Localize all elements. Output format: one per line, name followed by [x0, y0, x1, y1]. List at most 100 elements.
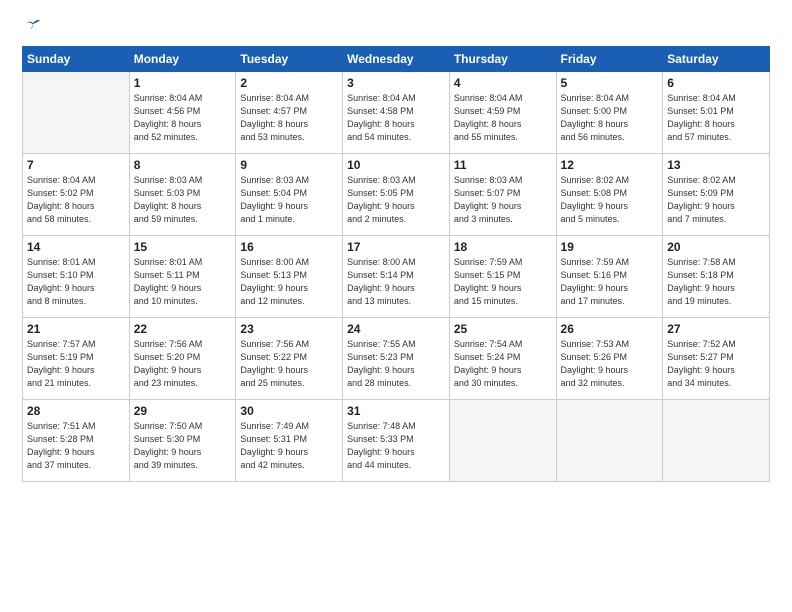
day-number: 29 [134, 404, 232, 418]
week-row-5: 28 Sunrise: 7:51 AMSunset: 5:28 PMDayligh… [23, 400, 770, 482]
week-row-1: 1 Sunrise: 8:04 AMSunset: 4:56 PMDaylight… [23, 72, 770, 154]
calendar-cell: 24Sunrise: 7:55 AMSunset: 5:23 PMDayligh… [343, 318, 450, 400]
calendar-cell [449, 400, 556, 482]
calendar-cell: 20Sunrise: 7:58 AMSunset: 5:18 PMDayligh… [663, 236, 770, 318]
calendar-cell [556, 400, 663, 482]
day-number: 19 [561, 240, 659, 254]
header [22, 18, 770, 36]
week-row-2: 7 Sunrise: 8:04 AMSunset: 5:02 PMDaylight… [23, 154, 770, 236]
calendar-cell: 13 Sunrise: 8:02 AMSunset: 5:09 PMDayligh… [663, 154, 770, 236]
day-number: 7 [27, 158, 125, 172]
day-number: 24 [347, 322, 445, 336]
calendar-cell: 12 Sunrise: 8:02 AMSunset: 5:08 PMDayligh… [556, 154, 663, 236]
calendar-cell: 2Sunrise: 8:04 AMSunset: 4:57 PMDaylight… [236, 72, 343, 154]
weekday-header-sunday: Sunday [23, 47, 130, 72]
day-number: 27 [667, 322, 765, 336]
week-row-3: 14 Sunrise: 8:01 AMSunset: 5:10 PMDayligh… [23, 236, 770, 318]
calendar-cell: 9 Sunrise: 8:03 AMSunset: 5:04 PMDaylight… [236, 154, 343, 236]
day-number: 1 [134, 76, 232, 90]
calendar-cell [663, 400, 770, 482]
day-number: 4 [454, 76, 552, 90]
calendar-cell: 30 Sunrise: 7:49 AMSunset: 5:31 PMDayligh… [236, 400, 343, 482]
calendar-cell: 23Sunrise: 7:56 AMSunset: 5:22 PMDayligh… [236, 318, 343, 400]
day-info: Sunrise: 8:03 AMSunset: 5:07 PMDaylight:… [454, 174, 552, 226]
weekday-header-row: SundayMondayTuesdayWednesdayThursdayFrid… [23, 47, 770, 72]
day-info: Sunrise: 8:04 AMSunset: 5:02 PMDaylight:… [27, 174, 125, 226]
calendar-cell: 19 Sunrise: 7:59 AMSunset: 5:16 PMDayligh… [556, 236, 663, 318]
day-number: 8 [134, 158, 232, 172]
day-number: 21 [27, 322, 125, 336]
calendar-cell: 16 Sunrise: 8:00 AMSunset: 5:13 PMDayligh… [236, 236, 343, 318]
day-number: 14 [27, 240, 125, 254]
day-number: 30 [240, 404, 338, 418]
day-info: Sunrise: 7:50 AMSunset: 5:30 PMDaylight:… [134, 420, 232, 472]
logo-bird-icon [24, 18, 42, 36]
day-info: Sunrise: 8:02 AMSunset: 5:08 PMDaylight:… [561, 174, 659, 226]
day-info: Sunrise: 8:01 AMSunset: 5:10 PMDaylight:… [27, 256, 125, 308]
day-info: Sunrise: 8:04 AMSunset: 4:58 PMDaylight:… [347, 92, 445, 144]
logo [22, 18, 42, 36]
calendar-cell: 11 Sunrise: 8:03 AMSunset: 5:07 PMDayligh… [449, 154, 556, 236]
day-number: 10 [347, 158, 445, 172]
weekday-header-friday: Friday [556, 47, 663, 72]
day-number: 31 [347, 404, 445, 418]
day-number: 11 [454, 158, 552, 172]
day-number: 17 [347, 240, 445, 254]
day-number: 13 [667, 158, 765, 172]
day-number: 16 [240, 240, 338, 254]
calendar-cell: 21 Sunrise: 7:57 AMSunset: 5:19 PMDayligh… [23, 318, 130, 400]
calendar-cell: 8Sunrise: 8:03 AMSunset: 5:03 PMDaylight… [129, 154, 236, 236]
day-info: Sunrise: 7:49 AMSunset: 5:31 PMDaylight:… [240, 420, 338, 472]
weekday-header-monday: Monday [129, 47, 236, 72]
day-number: 22 [134, 322, 232, 336]
calendar-cell: 22 Sunrise: 7:56 AMSunset: 5:20 PMDayligh… [129, 318, 236, 400]
day-number: 25 [454, 322, 552, 336]
calendar-cell: 18 Sunrise: 7:59 AMSunset: 5:15 PMDayligh… [449, 236, 556, 318]
day-number: 6 [667, 76, 765, 90]
day-info: Sunrise: 8:04 AMSunset: 5:00 PMDaylight:… [561, 92, 659, 144]
day-info: Sunrise: 8:02 AMSunset: 5:09 PMDaylight:… [667, 174, 765, 226]
week-row-4: 21 Sunrise: 7:57 AMSunset: 5:19 PMDayligh… [23, 318, 770, 400]
weekday-header-saturday: Saturday [663, 47, 770, 72]
day-info: Sunrise: 7:52 AMSunset: 5:27 PMDaylight:… [667, 338, 765, 390]
day-info: Sunrise: 7:56 AMSunset: 5:20 PMDaylight:… [134, 338, 232, 390]
day-info: Sunrise: 7:51 AMSunset: 5:28 PMDaylight:… [27, 420, 125, 472]
day-info: Sunrise: 7:59 AMSunset: 5:16 PMDaylight:… [561, 256, 659, 308]
day-info: Sunrise: 8:04 AMSunset: 4:56 PMDaylight:… [134, 92, 232, 144]
calendar-cell: 6Sunrise: 8:04 AMSunset: 5:01 PMDaylight… [663, 72, 770, 154]
day-info: Sunrise: 8:00 AMSunset: 5:14 PMDaylight:… [347, 256, 445, 308]
calendar-cell: 3Sunrise: 8:04 AMSunset: 4:58 PMDaylight… [343, 72, 450, 154]
day-info: Sunrise: 7:57 AMSunset: 5:19 PMDaylight:… [27, 338, 125, 390]
day-info: Sunrise: 7:48 AMSunset: 5:33 PMDaylight:… [347, 420, 445, 472]
calendar-cell: 10 Sunrise: 8:03 AMSunset: 5:05 PMDayligh… [343, 154, 450, 236]
day-number: 26 [561, 322, 659, 336]
page: SundayMondayTuesdayWednesdayThursdayFrid… [0, 0, 792, 612]
calendar-cell: 5 Sunrise: 8:04 AMSunset: 5:00 PMDaylight… [556, 72, 663, 154]
calendar-cell: 15 Sunrise: 8:01 AMSunset: 5:11 PMDayligh… [129, 236, 236, 318]
day-number: 2 [240, 76, 338, 90]
weekday-header-wednesday: Wednesday [343, 47, 450, 72]
calendar-cell [23, 72, 130, 154]
calendar-cell: 27 Sunrise: 7:52 AMSunset: 5:27 PMDayligh… [663, 318, 770, 400]
day-info: Sunrise: 8:03 AMSunset: 5:04 PMDaylight:… [240, 174, 338, 226]
calendar-cell: 1 Sunrise: 8:04 AMSunset: 4:56 PMDaylight… [129, 72, 236, 154]
day-number: 28 [27, 404, 125, 418]
day-number: 9 [240, 158, 338, 172]
day-info: Sunrise: 7:53 AMSunset: 5:26 PMDaylight:… [561, 338, 659, 390]
calendar-cell: 17 Sunrise: 8:00 AMSunset: 5:14 PMDayligh… [343, 236, 450, 318]
day-info: Sunrise: 8:03 AMSunset: 5:05 PMDaylight:… [347, 174, 445, 226]
day-number: 18 [454, 240, 552, 254]
day-number: 12 [561, 158, 659, 172]
weekday-header-thursday: Thursday [449, 47, 556, 72]
day-info: Sunrise: 7:58 AMSunset: 5:18 PMDaylight:… [667, 256, 765, 308]
day-info: Sunrise: 8:00 AMSunset: 5:13 PMDaylight:… [240, 256, 338, 308]
day-info: Sunrise: 7:54 AMSunset: 5:24 PMDaylight:… [454, 338, 552, 390]
calendar-cell: 26 Sunrise: 7:53 AMSunset: 5:26 PMDayligh… [556, 318, 663, 400]
day-number: 5 [561, 76, 659, 90]
day-info: Sunrise: 7:59 AMSunset: 5:15 PMDaylight:… [454, 256, 552, 308]
day-number: 23 [240, 322, 338, 336]
day-number: 15 [134, 240, 232, 254]
calendar-cell: 7 Sunrise: 8:04 AMSunset: 5:02 PMDaylight… [23, 154, 130, 236]
day-info: Sunrise: 8:01 AMSunset: 5:11 PMDaylight:… [134, 256, 232, 308]
calendar-table: SundayMondayTuesdayWednesdayThursdayFrid… [22, 46, 770, 482]
